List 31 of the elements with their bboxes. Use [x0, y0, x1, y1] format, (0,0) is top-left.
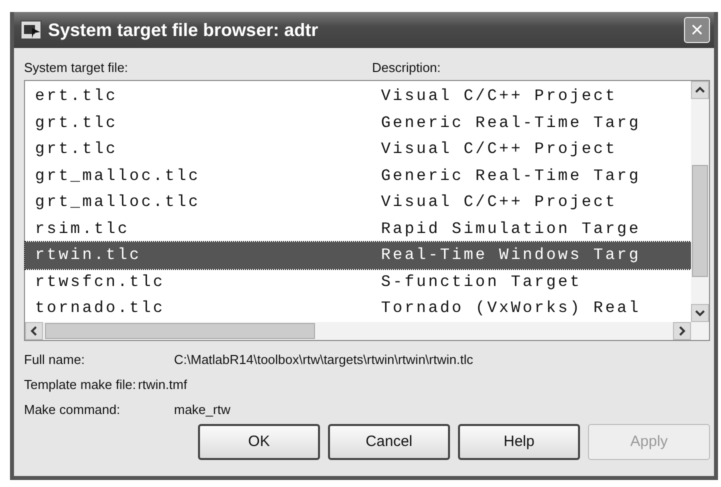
scroll-right-icon[interactable]	[673, 322, 691, 340]
scroll-down-icon[interactable]	[691, 304, 709, 322]
vertical-scrollbar[interactable]	[691, 81, 709, 322]
info-label: Make command:	[24, 402, 122, 416]
info-label: Template make file:	[24, 376, 136, 392]
list-row[interactable]: grt.tlc Visual C/C++ Project	[25, 136, 691, 162]
list-row[interactable]: rtwsfcn.tlc S-function Target	[25, 268, 691, 295]
dialog-button[interactable]: OK	[198, 424, 320, 460]
scroll-up-icon[interactable]	[691, 81, 709, 99]
info-value: C:\MatlabR14\toolbox\rtw\targets\rtwin\rtwin\rtwin.tlc	[174, 352, 474, 366]
list-row[interactable]: grt.tlc Generic Real-Time Targ	[25, 110, 691, 136]
list-row[interactable]: rsim.tlc Rapid Simulation Targe	[25, 216, 691, 242]
scroll-thumb[interactable]	[45, 322, 315, 338]
close-button[interactable]: ×	[684, 17, 710, 43]
list-row[interactable]: grt_malloc.tlc Visual C/C++ Project	[25, 189, 691, 216]
info-label: Full name:	[24, 352, 86, 366]
window-icon	[20, 20, 42, 40]
scroll-left-icon[interactable]	[25, 322, 43, 340]
dialog-button[interactable]: Help	[458, 424, 580, 460]
info-value: make_rtw	[174, 402, 230, 416]
list-row[interactable]: grt_malloc.tlc Generic Real-Time Targ	[25, 162, 691, 189]
list-row[interactable]: ert.tlc Visual C/C++ Project	[25, 83, 691, 110]
info-value: rtwin.tmf	[138, 376, 188, 392]
dialog-button[interactable]: Cancel	[328, 424, 450, 460]
horizontal-scrollbar[interactable]	[25, 322, 709, 340]
column-header: Description:	[372, 60, 441, 75]
list-row[interactable]: rtwin.tlc Real-Time Windows Targ	[25, 242, 691, 268]
list-row[interactable]: tornado.tlc Tornado (VxWorks) Real	[25, 295, 691, 322]
scroll-thumb[interactable]	[692, 165, 708, 277]
column-header: System target file:	[24, 60, 130, 75]
window-title: System target file browser: adtr	[48, 20, 320, 40]
